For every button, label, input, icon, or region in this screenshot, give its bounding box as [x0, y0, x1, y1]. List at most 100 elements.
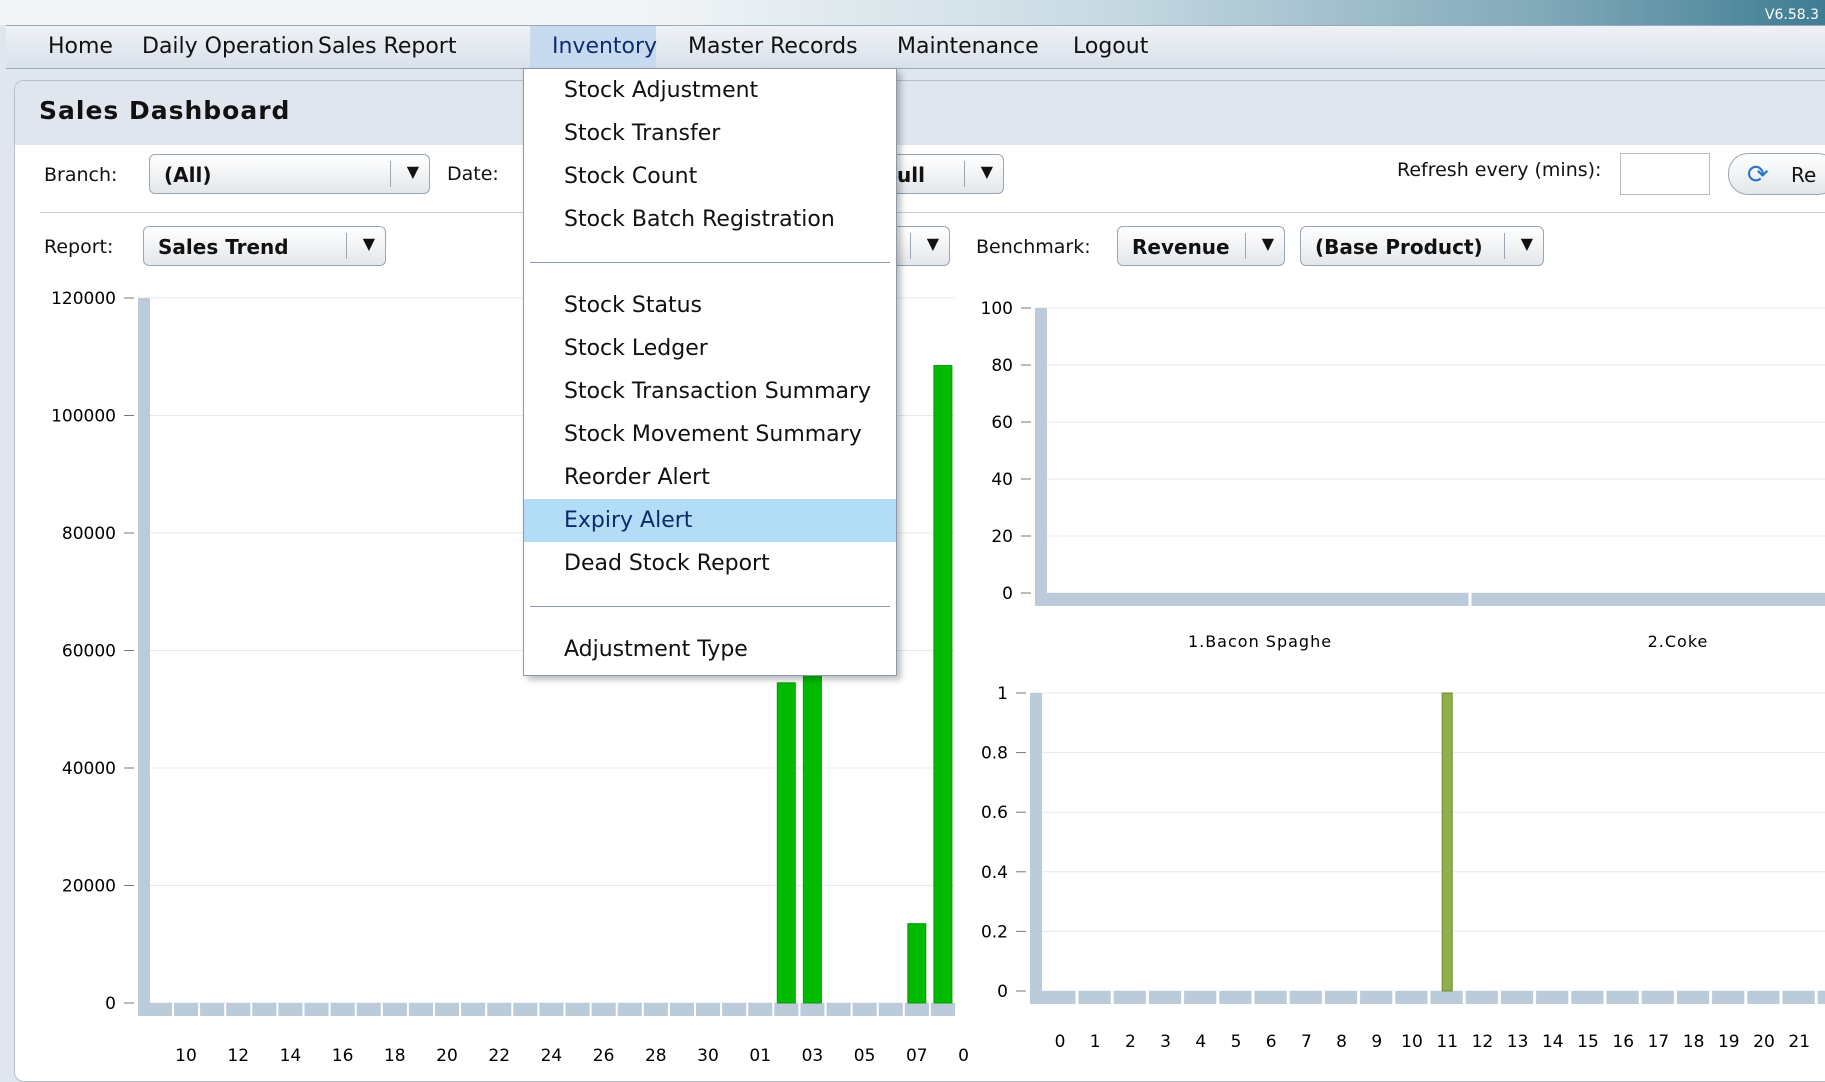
menu-stock-status[interactable]: Stock Status — [524, 284, 896, 327]
menu-stock-movement-summary[interactable]: Stock Movement Summary — [524, 413, 896, 456]
x-tick-label: 11 — [1436, 1032, 1458, 1052]
y-tick-label: 100000 — [51, 407, 116, 427]
benchmark-select[interactable]: Revenue ▼ — [1117, 226, 1285, 266]
menu-reorder-alert[interactable]: Reorder Alert — [524, 456, 896, 499]
y-tick-label: 40 — [991, 470, 1013, 490]
menu-stock-transfer[interactable]: Stock Transfer — [524, 112, 896, 155]
x-tick-label: 20 — [436, 1046, 458, 1065]
chevron-down-icon: ▼ — [1261, 234, 1274, 253]
branch-select[interactable]: (All) ▼ — [149, 154, 430, 194]
menu-stock-transaction-summary[interactable]: Stock Transaction Summary — [524, 370, 896, 413]
bar — [802, 670, 822, 1004]
x-tick-label: 15 — [1577, 1032, 1599, 1052]
y-tick-label: 0.6 — [981, 803, 1008, 823]
filter-divider — [40, 212, 1825, 213]
x-tick-label: 07 — [906, 1046, 928, 1065]
panel-header: Sales Dashboard — [15, 81, 1825, 145]
y-tick-label: 0.8 — [981, 744, 1008, 764]
report-select[interactable]: Sales Trend ▼ — [143, 226, 386, 266]
chevron-down-icon: ▼ — [362, 234, 375, 253]
product-select-value: (Base Product) — [1315, 235, 1483, 259]
x-tick-label: 0 — [1055, 1032, 1066, 1052]
x-tick-label: 03 — [802, 1046, 824, 1065]
y-tick-label: 0 — [1002, 584, 1013, 604]
benchmark-label: Benchmark: — [976, 236, 1091, 258]
menu-bar: Home Daily Operation Sales Report Invent… — [6, 25, 1825, 69]
menu-separator — [530, 606, 890, 607]
refresh-label: Refresh every (mins): — [1397, 159, 1602, 181]
x-tick-label: 5 — [1231, 1032, 1242, 1052]
x-tick-label: 05 — [854, 1046, 876, 1065]
product-select[interactable]: (Base Product) ▼ — [1300, 226, 1544, 266]
x-tick-label: 19 — [1718, 1032, 1740, 1052]
y-tick-label: 0 — [997, 982, 1008, 1002]
menu-maintenance[interactable]: Maintenance — [875, 26, 1061, 68]
y-tick-label: 100 — [981, 299, 1013, 319]
refresh-button-label: Re — [1791, 163, 1817, 187]
x-tick-label: 16 — [332, 1046, 354, 1065]
menu-sales-report[interactable]: Sales Report — [296, 26, 478, 68]
inventory-dropdown-menu: Stock Adjustment Stock Transfer Stock Co… — [523, 68, 897, 676]
x-tick-label: 4 — [1195, 1032, 1206, 1052]
x-axis-bar — [1035, 593, 1825, 606]
x-tick-label: 17 — [1648, 1032, 1670, 1052]
x-tick-label: 18 — [384, 1046, 406, 1065]
y-axis-bar — [1030, 693, 1042, 991]
x-tick-label: 30 — [697, 1046, 719, 1065]
x-tick-label: 18 — [1683, 1032, 1705, 1052]
top-banner: V6.58.3 — [0, 0, 1825, 25]
menu-home[interactable]: Home — [26, 26, 135, 68]
x-tick-label: 8 — [1336, 1032, 1347, 1052]
menu-master-records[interactable]: Master Records — [666, 26, 880, 68]
menu-logout[interactable]: Logout — [1051, 26, 1170, 68]
menu-expiry-alert[interactable]: Expiry Alert — [524, 499, 896, 542]
x-tick-label: 1 — [1090, 1032, 1101, 1052]
x-tick-label: 21 — [1788, 1032, 1810, 1052]
branch-label: Branch: — [44, 164, 118, 186]
menu-adjustment-type[interactable]: Adjustment Type — [524, 628, 896, 671]
x-tick-label: 12 — [1472, 1032, 1494, 1052]
benchmark-select-value: Revenue — [1132, 235, 1230, 259]
y-tick-label: 60000 — [62, 642, 116, 662]
y-tick-label: 0.4 — [981, 863, 1008, 883]
x-tick-label: 01 — [749, 1046, 771, 1065]
y-tick-label: 20 — [991, 527, 1013, 547]
menu-inventory[interactable]: Inventory — [530, 26, 657, 68]
bar — [907, 923, 927, 1004]
refresh-icon: ⟳ — [1747, 160, 1769, 190]
y-tick-label: 40000 — [62, 759, 116, 779]
chevron-down-icon: ▼ — [926, 234, 939, 253]
x-axis-bar — [138, 1003, 955, 1016]
report-select-value: Sales Trend — [158, 235, 289, 259]
x-category-label: 1.Bacon Spaghe — [1188, 632, 1332, 651]
benchmark-product-chart: 0 20 40 60 80 100 1.Bacon Spaghe 2.Coke — [981, 299, 1825, 651]
menu-stock-adjustment[interactable]: Stock Adjustment — [524, 69, 896, 112]
y-axis-bar — [1035, 308, 1047, 593]
date-label: Date: — [447, 163, 499, 185]
menu-stock-ledger[interactable]: Stock Ledger — [524, 327, 896, 370]
x-tick-label: 16 — [1612, 1032, 1634, 1052]
y-tick-label: 0.2 — [981, 922, 1008, 942]
x-category-label: 2.Coke — [1648, 632, 1709, 651]
x-tick-label: 2 — [1125, 1032, 1136, 1052]
benchmark-hourly-chart: 00.20.40.60.810 1 2 3 4 5 6 7 8 9 10 11 12 13 14 15 16 17… — [981, 684, 1825, 1052]
x-tick-label: 6 — [1266, 1032, 1277, 1052]
x-tick-label: 7 — [1301, 1032, 1312, 1052]
x-tick-label: 22 — [488, 1046, 510, 1065]
y-tick-label: 80 — [991, 356, 1013, 376]
report-label: Report: — [44, 236, 114, 258]
bar — [1441, 692, 1453, 992]
menu-dead-stock-report[interactable]: Dead Stock Report — [524, 542, 896, 585]
refresh-button[interactable]: ⟳ Re — [1728, 153, 1825, 195]
menu-stock-count[interactable]: Stock Count — [524, 155, 896, 198]
menu-stock-batch-registration[interactable]: Stock Batch Registration — [524, 198, 896, 241]
chevron-down-icon: ▼ — [406, 162, 419, 181]
y-tick-label: 0 — [105, 994, 116, 1014]
y-tick-label: 120000 — [51, 289, 116, 309]
x-tick-label: 3 — [1160, 1032, 1171, 1052]
refresh-interval-input[interactable] — [1620, 153, 1710, 195]
chevron-down-icon: ▼ — [1520, 234, 1533, 253]
version-label: V6.58.3 — [1764, 7, 1819, 23]
y-tick-label: 1 — [997, 684, 1008, 704]
bar — [776, 682, 796, 1004]
